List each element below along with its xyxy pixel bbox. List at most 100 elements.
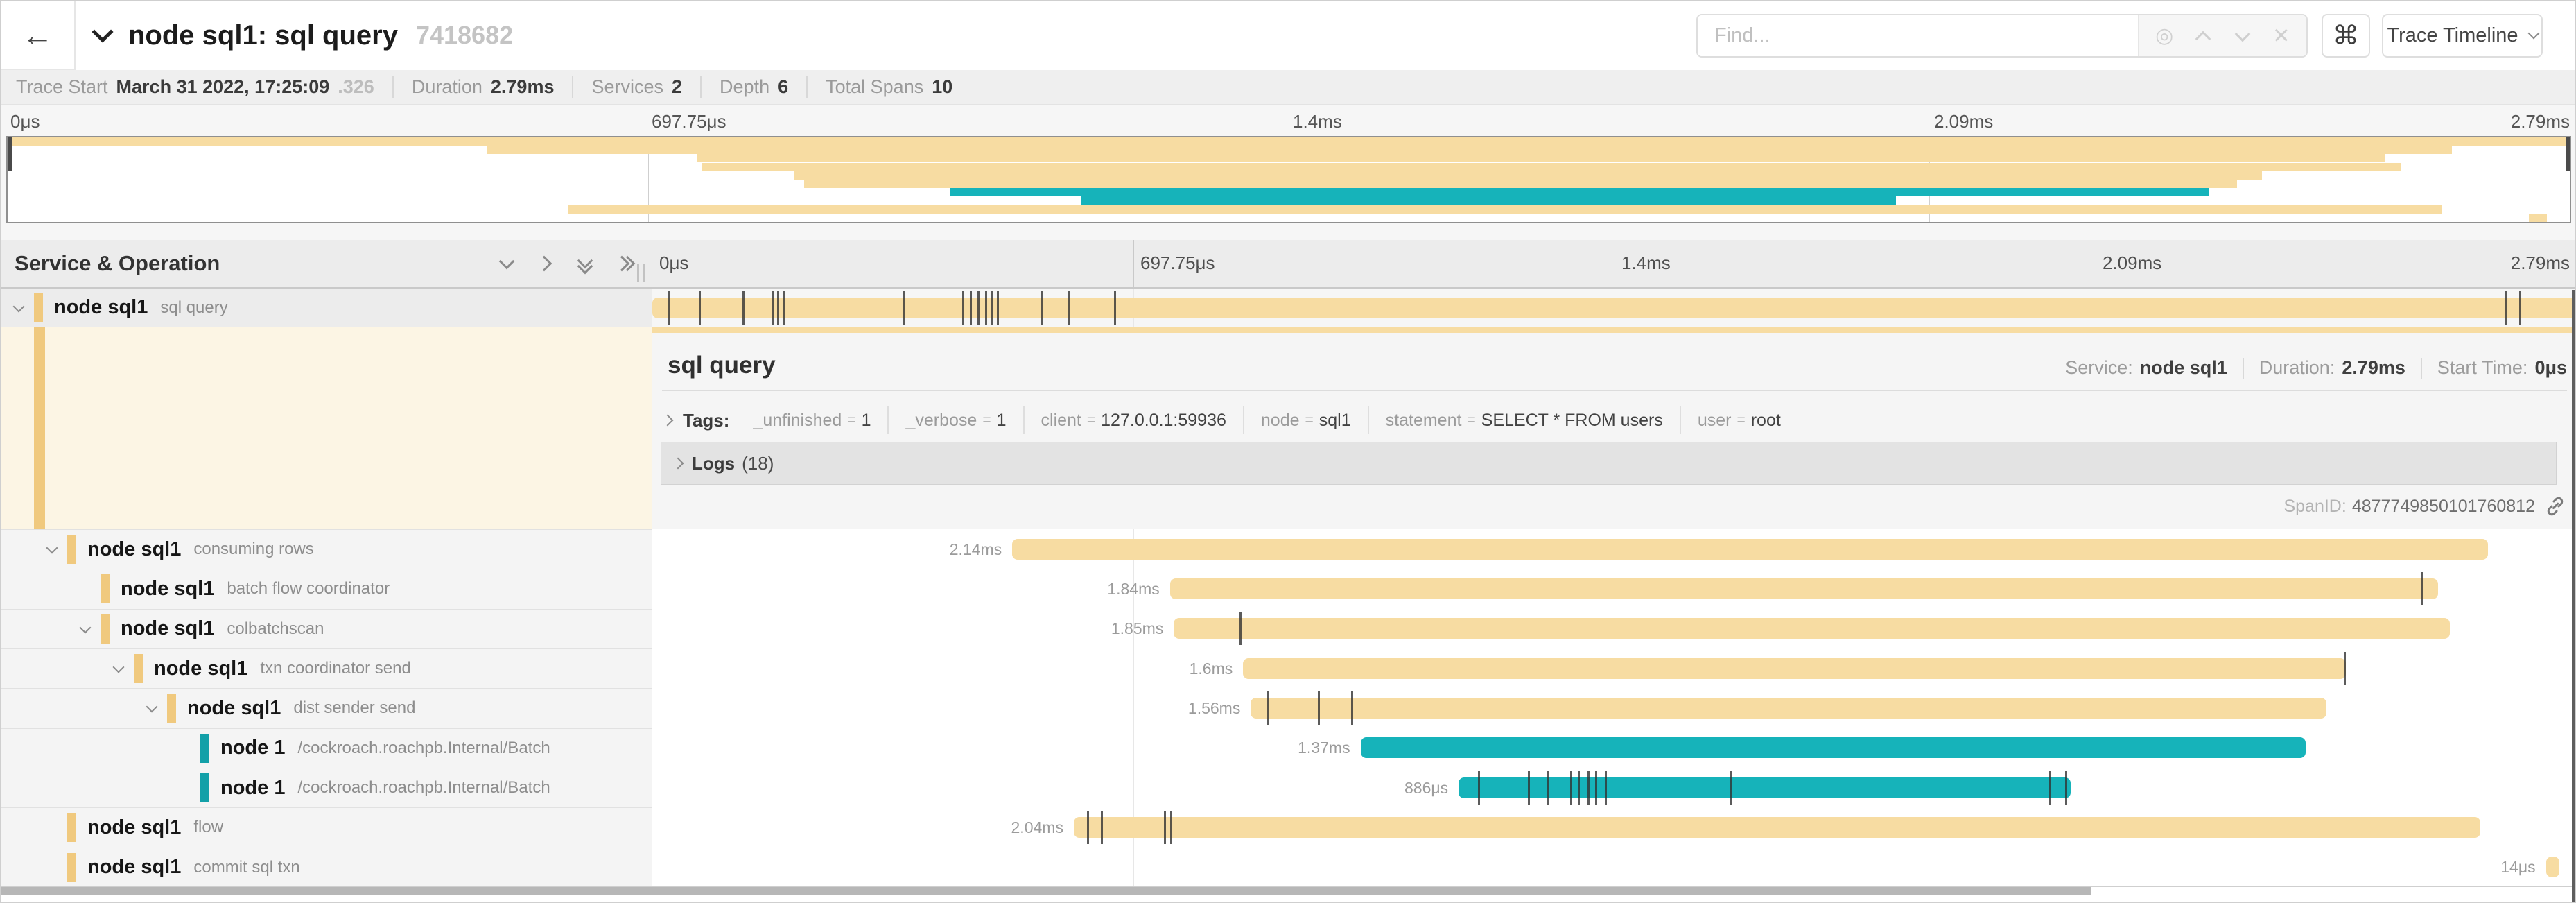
stat-label: Duration xyxy=(412,76,482,98)
find-next-button[interactable] xyxy=(2229,22,2256,50)
tree-row-commit-sql-txn[interactable]: node sql1commit sql txn xyxy=(1,848,652,887)
span-detail-meta: Service: node sql1 Duration: 2.79ms Star… xyxy=(2065,357,2567,379)
tree-row-colbatchscan[interactable]: node sql1 colbatchscan xyxy=(1,609,652,648)
collapse-caret-icon[interactable] xyxy=(15,302,23,314)
span-bar[interactable] xyxy=(1251,698,2326,719)
start-time-value: 0μs xyxy=(2534,357,2567,379)
operation-name: colbatchscan xyxy=(227,619,324,639)
minimap-ruler-label: 697.75μs xyxy=(652,111,726,132)
span-bar[interactable] xyxy=(1243,658,2346,679)
tags-list: _unfinished=1_verbose=1client=127.0.0.1:… xyxy=(736,406,1797,434)
span-bar-row[interactable]: 1.56ms xyxy=(652,688,2576,728)
span-bar-row[interactable] xyxy=(652,289,2576,327)
log-marker-tick xyxy=(2049,771,2051,805)
shortcuts-button[interactable]: ⌘ xyxy=(2322,14,2370,58)
collapse-caret-icon[interactable] xyxy=(81,623,89,635)
log-marker-tick xyxy=(1170,811,1172,844)
span-bar[interactable] xyxy=(1174,618,2449,639)
collapse-caret-icon[interactable] xyxy=(148,702,156,714)
expand-one-icon[interactable] xyxy=(532,250,560,277)
timeline-minimap: 0μs697.75μs1.4ms2.09ms2.79ms xyxy=(1,105,2576,240)
tag-equals: = xyxy=(1087,412,1095,429)
span-bar-row[interactable]: 2.04ms xyxy=(652,807,2576,847)
caret-slot xyxy=(148,702,167,714)
span-detail-title: sql query xyxy=(668,352,776,379)
caret-slot xyxy=(15,302,34,314)
timeline-ruler-label: 2.09ms xyxy=(2103,252,2161,274)
horizontal-scrollbar[interactable] xyxy=(1,887,2091,895)
stat-label: Depth xyxy=(720,76,769,98)
span-bar[interactable] xyxy=(1361,737,2306,758)
span-accent-bar xyxy=(652,327,2576,333)
chevron-right-icon xyxy=(662,415,674,427)
span-bar-row[interactable]: 1.37ms xyxy=(652,728,2576,768)
tag-item: _verbose=1 xyxy=(887,406,1022,434)
view-selector-button[interactable]: Trace Timeline xyxy=(2382,14,2543,58)
collapse-caret-icon[interactable] xyxy=(114,662,123,675)
log-marker-tick xyxy=(1595,771,1597,805)
operation-name: commit sql txn xyxy=(193,858,299,877)
span-bar[interactable] xyxy=(2546,857,2559,877)
link-icon[interactable] xyxy=(2545,496,2566,517)
span-bar-row[interactable]: 1.6ms xyxy=(652,648,2576,688)
tree-row-sql-query[interactable]: node sql1sql query xyxy=(1,289,652,327)
service-name: node sql1 xyxy=(54,296,148,319)
back-button[interactable]: ← xyxy=(1,1,76,70)
span-bar-row[interactable]: 14μs xyxy=(652,848,2576,887)
span-color-strip xyxy=(67,813,76,842)
log-marker-tick xyxy=(903,291,905,325)
span-duration-label: 1.56ms xyxy=(1188,699,1251,718)
expand-all-icon[interactable] xyxy=(611,250,638,277)
minimap-ruler-label: 2.79ms xyxy=(2511,111,2570,132)
find-input[interactable] xyxy=(1698,15,2138,56)
timeline-ruler-label: 0μs xyxy=(659,252,688,274)
service-name: node 1 xyxy=(220,737,285,759)
tree-row-flow[interactable]: node sql1flow xyxy=(1,807,652,847)
span-bar-row[interactable]: 1.85ms xyxy=(652,609,2576,648)
tree-row-consuming-rows[interactable]: node sql1consuming rows xyxy=(1,529,652,569)
span-bar-row[interactable]: 1.84ms xyxy=(652,569,2576,608)
span-bar[interactable] xyxy=(1012,539,2488,560)
minimap-right-scrub-handle[interactable] xyxy=(2566,137,2570,171)
stat-label: Services xyxy=(591,76,663,98)
span-duration-label: 1.84ms xyxy=(1107,580,1169,599)
service-name: node sql1 xyxy=(121,617,214,640)
span-color-strip xyxy=(101,574,110,603)
span-bar[interactable] xyxy=(652,298,2576,318)
collapse-one-icon[interactable] xyxy=(493,250,521,277)
span-bar-row[interactable]: 886μs xyxy=(652,768,2576,807)
span-duration-label: 2.14ms xyxy=(950,540,1012,559)
caret-slot xyxy=(48,543,67,556)
minimap-left-scrub-handle[interactable] xyxy=(8,137,12,171)
tag-item: _unfinished=1 xyxy=(736,406,887,434)
tree-row-batch-flow-coordinator[interactable]: node sql1batch flow coordinator xyxy=(1,569,652,608)
tree-row-txn-coordinator-send[interactable]: node sql1txn coordinator send xyxy=(1,648,652,688)
logs-toggle-bar[interactable]: Logs (18) xyxy=(661,442,2557,485)
span-bar[interactable] xyxy=(1459,777,2071,798)
tag-equals: = xyxy=(847,412,855,429)
collapse-all-icon[interactable] xyxy=(571,250,599,277)
find-prev-button[interactable] xyxy=(2189,22,2217,50)
collapse-trace-chevron-icon[interactable] xyxy=(92,21,113,42)
log-marker-tick xyxy=(1101,811,1103,844)
logs-count: (18) xyxy=(742,453,774,474)
minimap-canvas[interactable] xyxy=(6,136,2571,223)
span-bar-row[interactable]: 2.14ms xyxy=(652,529,2576,569)
tree-row-dist-sender-send[interactable]: node sql1dist sender send xyxy=(1,688,652,728)
tag-value: 1 xyxy=(997,411,1007,431)
column-resize-grip[interactable] xyxy=(637,264,650,282)
collapse-caret-icon[interactable] xyxy=(48,543,56,556)
span-bar[interactable] xyxy=(1170,578,2438,599)
vertical-scrollbar[interactable] xyxy=(2572,290,2575,902)
log-marker-tick xyxy=(1087,811,1089,844)
tree-row--cockroach-roachpb-internal-batch[interactable]: node 1/cockroach.roachpb.Internal/Batch xyxy=(1,768,652,807)
crosshair-icon[interactable]: ◎ xyxy=(2150,22,2178,50)
span-bar[interactable] xyxy=(1074,817,2480,838)
tags-toggle-row[interactable]: Tags: _unfinished=1_verbose=1client=127.… xyxy=(663,402,1798,439)
stat-value: 2 xyxy=(672,76,682,98)
tag-equals: = xyxy=(1305,412,1314,429)
tree-row--cockroach-roachpb-internal-batch[interactable]: node 1/cockroach.roachpb.Internal/Batch xyxy=(1,728,652,768)
find-clear-button[interactable]: × xyxy=(2268,22,2295,50)
stat-value: 10 xyxy=(932,76,952,98)
minimap-span-bar xyxy=(697,154,2385,162)
